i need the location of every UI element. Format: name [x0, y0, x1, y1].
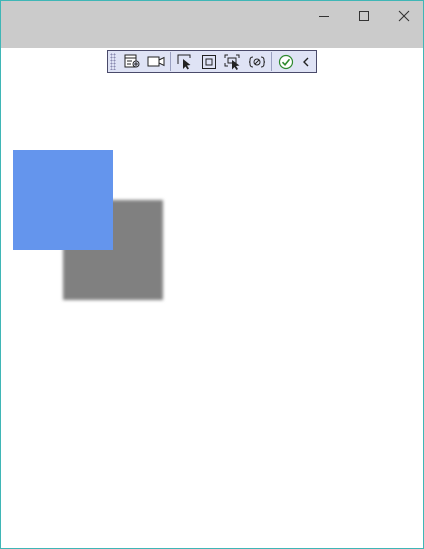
collapse-toolbar-button[interactable] [298, 51, 314, 72]
hot-reload-ok-icon [278, 54, 294, 69]
live-visual-tree-button[interactable] [120, 51, 144, 72]
collapse-chevron-icon [303, 57, 309, 66]
video-camera-icon [147, 56, 165, 67]
binding-failures-icon [249, 56, 265, 67]
toolbar-separator [271, 52, 272, 71]
hot-reload-status-button[interactable] [274, 51, 298, 72]
display-adorners-button[interactable] [197, 51, 221, 72]
close-icon [398, 10, 410, 22]
toolbar-grip-handle[interactable] [110, 53, 116, 70]
live-visual-tree-icon [124, 54, 139, 68]
select-element-icon [177, 54, 190, 69]
blue-rectangle[interactable] [13, 150, 113, 250]
window-content [1, 48, 423, 548]
xaml-debug-toolbar [107, 50, 317, 73]
select-element-button[interactable] [173, 51, 197, 72]
toolbar-separator [170, 52, 171, 71]
title-bar[interactable] [1, 1, 423, 48]
app-window [0, 0, 424, 549]
record-button[interactable] [144, 51, 168, 72]
minimize-icon [319, 16, 329, 17]
close-button[interactable] [384, 1, 423, 31]
maximize-button[interactable] [344, 1, 384, 31]
track-focus-button[interactable] [221, 51, 245, 72]
binding-failures-button[interactable] [245, 51, 269, 72]
track-focused-element-icon [224, 54, 240, 70]
display-layout-adorners-icon [202, 54, 216, 69]
maximize-icon [359, 11, 369, 21]
minimize-button[interactable] [304, 1, 344, 31]
